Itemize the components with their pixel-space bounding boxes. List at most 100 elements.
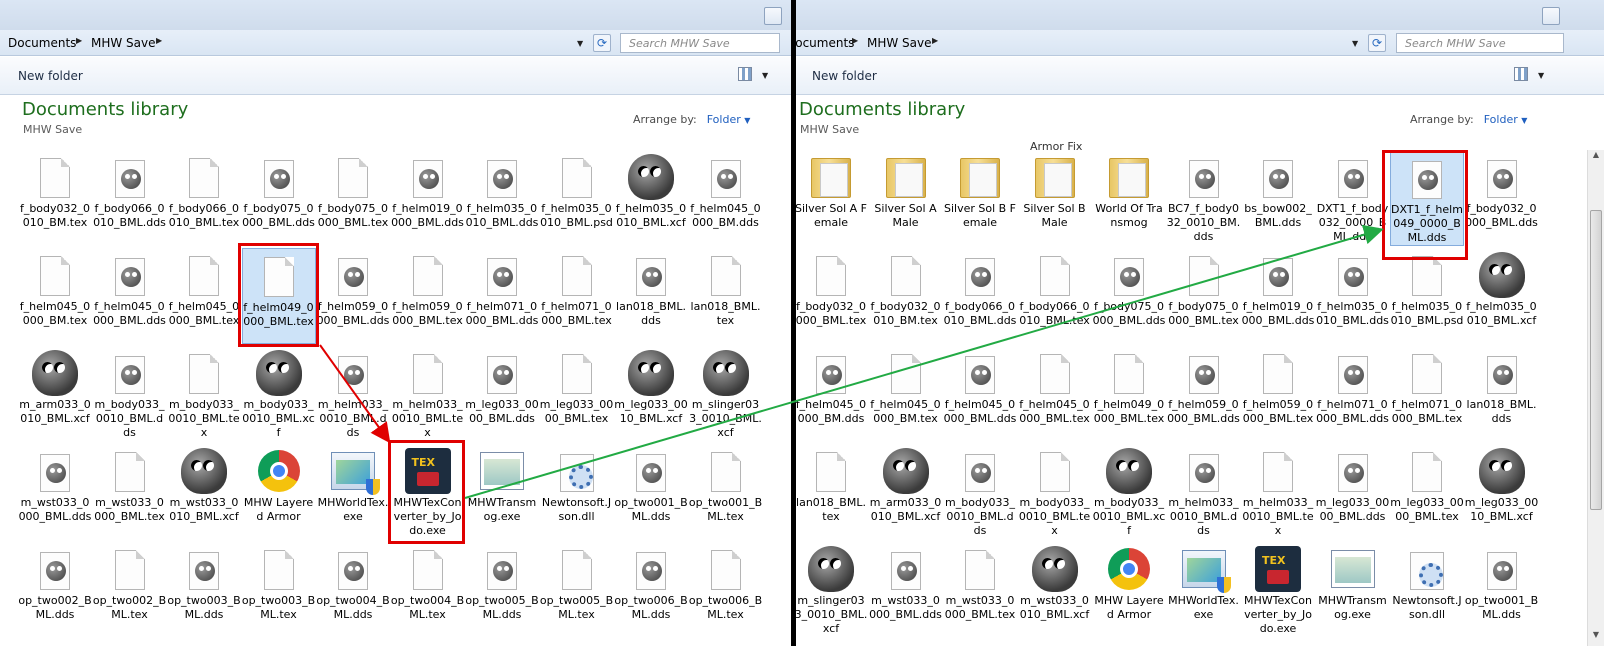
address-bar[interactable]: Documents ▶ MHW Save ▶ ▼ ⟳ Search MHW Sa… bbox=[796, 30, 1604, 56]
file-item[interactable]: f_helm059_0000_BML.tex bbox=[1241, 346, 1315, 442]
file-item[interactable]: Newtonsoft.Json.dll bbox=[540, 444, 614, 540]
breadcrumb-mhw-save[interactable]: MHW Save bbox=[867, 36, 932, 50]
file-item[interactable]: m_leg033_0000_BML.tex bbox=[1390, 444, 1464, 540]
arrange-by[interactable]: Arrange by: Folder ▼ bbox=[1410, 113, 1527, 126]
file-item[interactable]: f_helm071_0000_BML.tex bbox=[1390, 346, 1464, 442]
vertical-scrollbar[interactable]: ▲ ▼ bbox=[1587, 150, 1604, 646]
file-item[interactable]: m_arm033_0010_BML.xcf bbox=[869, 444, 943, 540]
breadcrumb-arrow-icon[interactable]: ▶ bbox=[932, 36, 938, 45]
file-item[interactable]: m_wst033_0010_BML.xcf bbox=[167, 444, 241, 540]
file-item[interactable]: f_helm045_0000_BM.dds bbox=[796, 346, 868, 442]
file-item[interactable]: f_body066_0010_BML.tex bbox=[1018, 248, 1092, 344]
file-item[interactable]: f_helm045_0000_BML.dds bbox=[93, 248, 167, 344]
file-item[interactable]: lan018_BML.tex bbox=[689, 248, 763, 344]
file-item[interactable]: m_wst033_0000_BML.tex bbox=[93, 444, 167, 540]
view-dropdown-icon[interactable]: ▼ bbox=[1538, 71, 1544, 80]
file-item[interactable]: f_helm071_0000_BML.dds bbox=[1316, 346, 1390, 442]
file-item[interactable]: op_two003_BML.dds bbox=[167, 542, 241, 638]
arrange-dropdown-icon[interactable]: ▼ bbox=[1521, 116, 1527, 125]
file-item[interactable]: f_helm045_0000_BM.tex bbox=[18, 248, 92, 344]
file-item[interactable]: DXT1_f_body032_0000_BML.dds bbox=[1316, 150, 1390, 246]
file-item[interactable]: m_arm033_0010_BML.xcf bbox=[18, 346, 92, 442]
file-item[interactable]: MHWorldTex.exe bbox=[1167, 542, 1241, 638]
file-item[interactable]: Newtonsoft.Json.dll bbox=[1390, 542, 1464, 638]
change-view-icon[interactable] bbox=[1514, 67, 1528, 81]
file-item[interactable]: m_wst033_0010_BML.xcf bbox=[1018, 542, 1092, 638]
scroll-thumb[interactable] bbox=[1590, 210, 1602, 510]
view-dropdown-icon[interactable]: ▼ bbox=[762, 71, 768, 80]
file-item[interactable]: m_leg033_0010_BML.xcf bbox=[614, 346, 688, 442]
breadcrumb-arrow-icon[interactable]: ▶ bbox=[156, 36, 162, 45]
file-item[interactable]: MHWTexConverter_by_Jodo.exe bbox=[1241, 542, 1315, 638]
file-item[interactable]: m_wst033_0000_BML.tex bbox=[943, 542, 1017, 638]
file-item[interactable]: lan018_BML.dds bbox=[614, 248, 688, 344]
file-item[interactable]: f_helm035_0010_BML.xcf bbox=[1465, 248, 1539, 344]
new-folder-button[interactable]: New folder bbox=[812, 69, 877, 83]
file-item[interactable]: f_body075_0000_BML.tex bbox=[1167, 248, 1241, 344]
file-item[interactable]: m_slinger033_0010_BML.xcf bbox=[689, 346, 763, 442]
file-item[interactable]: World Of Transmog bbox=[1092, 150, 1166, 246]
file-item[interactable]: m_body033_0010_BML.dds bbox=[93, 346, 167, 442]
breadcrumb-arrow-icon[interactable]: ▶ bbox=[76, 36, 82, 45]
file-item[interactable]: f_helm049_0000_BML.tex bbox=[1092, 346, 1166, 442]
file-item[interactable]: Silver Sol A Female bbox=[796, 150, 868, 246]
maximize-button[interactable] bbox=[1542, 7, 1560, 25]
file-item[interactable]: f_helm035_0010_BML.psd bbox=[1390, 248, 1464, 344]
address-bar[interactable]: Documents ▶ MHW Save ▶ ▼ ⟳ Search MHW Sa… bbox=[0, 30, 791, 56]
file-item[interactable]: MHWTexConverter_by_Jodo.exe bbox=[391, 444, 465, 540]
file-item[interactable]: m_leg033_0000_BML.dds bbox=[465, 346, 539, 442]
file-item[interactable]: f_body066_0010_BML.dds bbox=[93, 150, 167, 246]
file-item[interactable]: f_helm019_0000_BML.dds bbox=[391, 150, 465, 246]
file-item[interactable]: f_helm045_0000_BM.tex bbox=[869, 346, 943, 442]
scroll-down-icon[interactable]: ▼ bbox=[1588, 630, 1604, 646]
file-item[interactable]: f_body075_0000_BML.tex bbox=[316, 150, 390, 246]
file-item[interactable]: f_body032_0010_BM.tex bbox=[869, 248, 943, 344]
breadcrumb-documents[interactable]: Documents bbox=[8, 36, 76, 50]
file-item[interactable]: f_body032_0010_BM.tex bbox=[18, 150, 92, 246]
file-item[interactable]: op_two004_BML.dds bbox=[316, 542, 390, 638]
file-item[interactable]: m_body033_0010_BML.dds bbox=[943, 444, 1017, 540]
address-dropdown-icon[interactable]: ▼ bbox=[1352, 39, 1358, 48]
file-item[interactable]: f_body066_0010_BML.dds bbox=[943, 248, 1017, 344]
file-item[interactable]: f_helm071_0000_BML.tex bbox=[540, 248, 614, 344]
file-item[interactable]: m_wst033_0000_BML.dds bbox=[869, 542, 943, 638]
file-item[interactable]: Silver Sol B Male bbox=[1018, 150, 1092, 246]
file-item[interactable]: m_body033_0010_BML.tex bbox=[167, 346, 241, 442]
arrange-dropdown-icon[interactable]: ▼ bbox=[744, 116, 750, 125]
file-item[interactable]: f_helm059_0000_BML.tex bbox=[391, 248, 465, 344]
file-item[interactable]: m_helm033_0010_BML.tex bbox=[1241, 444, 1315, 540]
file-item[interactable]: MHWTransmog.exe bbox=[465, 444, 539, 540]
file-item[interactable]: m_leg033_0010_BML.xcf bbox=[1465, 444, 1539, 540]
library-subtitle[interactable]: MHW Save bbox=[800, 123, 859, 136]
file-item[interactable]: MHWorldTex.exe bbox=[316, 444, 390, 540]
file-item[interactable]: f_body032_0000_BML.tex bbox=[796, 248, 868, 344]
address-dropdown-icon[interactable]: ▼ bbox=[577, 39, 583, 48]
file-item[interactable]: MHW Layered Armor bbox=[242, 444, 316, 540]
file-item[interactable]: f_helm035_0010_BML.dds bbox=[1316, 248, 1390, 344]
file-item[interactable]: MHWTransmog.exe bbox=[1316, 542, 1390, 638]
file-item[interactable]: Silver Sol B Female bbox=[943, 150, 1017, 246]
file-item[interactable]: m_helm033_0010_BML.tex bbox=[391, 346, 465, 442]
file-item[interactable]: f_body075_0000_BML.dds bbox=[1092, 248, 1166, 344]
file-item[interactable]: f_helm045_0000_BM.dds bbox=[689, 150, 763, 246]
file-item[interactable]: f_helm019_0000_BML.dds bbox=[1241, 248, 1315, 344]
breadcrumb-mhw-save[interactable]: MHW Save bbox=[91, 36, 156, 50]
refresh-icon[interactable]: ⟳ bbox=[1368, 34, 1386, 52]
file-item[interactable]: f_helm045_0000_BML.dds bbox=[943, 346, 1017, 442]
file-item[interactable]: op_two003_BML.tex bbox=[242, 542, 316, 638]
file-item[interactable]: BC7_f_body032_0010_BM.dds bbox=[1167, 150, 1241, 246]
new-folder-button[interactable]: New folder bbox=[18, 69, 83, 83]
file-item[interactable]: m_body033_0010_BML.xcf bbox=[242, 346, 316, 442]
file-item[interactable]: f_helm059_0000_BML.dds bbox=[316, 248, 390, 344]
file-item[interactable]: op_two001_BML.dds bbox=[614, 444, 688, 540]
file-item[interactable]: m_leg033_0000_BML.tex bbox=[540, 346, 614, 442]
file-item[interactable]: m_helm033_0010_BML.dds bbox=[316, 346, 390, 442]
file-item[interactable]: Silver Sol A Male bbox=[869, 150, 943, 246]
file-item[interactable]: op_two001_BML.tex bbox=[689, 444, 763, 540]
file-item[interactable]: bs_bow002_BML.dds bbox=[1241, 150, 1315, 246]
file-item[interactable]: f_body075_0000_BML.dds bbox=[242, 150, 316, 246]
file-item[interactable]: DXT1_f_helm049_0000_BML.dds bbox=[1390, 150, 1464, 246]
file-item[interactable]: f_body032_0000_BML.dds bbox=[1465, 150, 1539, 246]
file-item[interactable]: op_two006_BML.dds bbox=[614, 542, 688, 638]
file-item[interactable]: op_two001_BML.dds bbox=[1465, 542, 1539, 638]
